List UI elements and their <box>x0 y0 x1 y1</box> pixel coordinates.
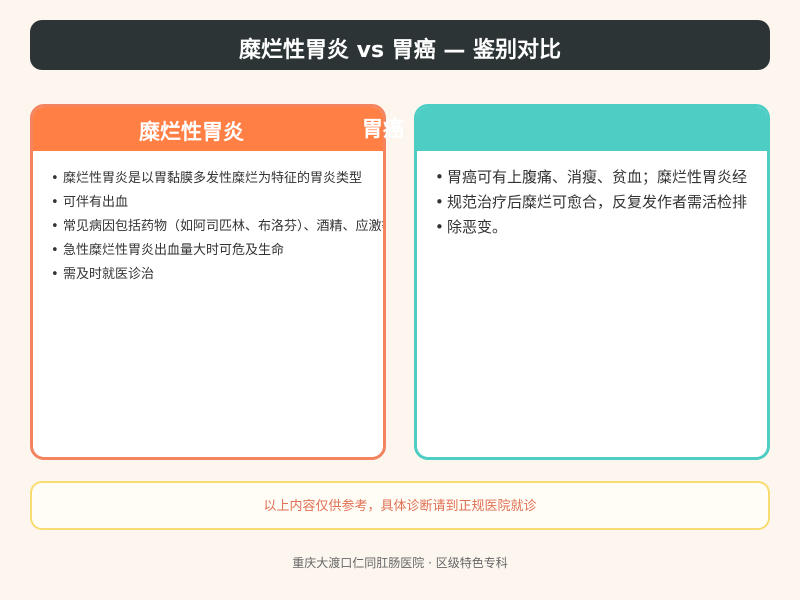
bullet-icon: • <box>51 243 59 258</box>
erosive-gastritis-panel: 糜烂性胃炎 • 糜烂性胃炎是以胃黏膜多发性糜烂为特征的胃炎类型 • 可伴有出血 • 常… <box>30 104 386 460</box>
gastric-cancer-list: • 胃癌可有上腹痛、消瘦、贫血；糜烂性胃炎经 • 规范治疗后糜烂可愈合，反复发作者需… <box>435 165 767 240</box>
disclaimer-text: 以上内容仅供参考，具体诊断请到正规医院就诊 <box>263 499 537 514</box>
bullet-icon: • <box>51 171 59 186</box>
disclaimer-box: 以上内容仅供参考，具体诊断请到正规医院就诊 <box>30 481 770 530</box>
list-item: • 常见病因包括药物（如阿司匹林、布洛芬）、酒精、应激等 <box>51 215 383 239</box>
list-item: • 胃癌可有上腹痛、消瘦、贫血；糜烂性胃炎经 <box>435 165 767 190</box>
list-item: • 需及时就医诊治 <box>51 263 383 287</box>
list-item: • 除恶变。 <box>435 215 767 240</box>
bullet-icon: • <box>435 193 444 211</box>
bullet-icon: • <box>51 267 59 282</box>
gastric-cancer-title: 胃癌 <box>362 117 404 141</box>
list-item: • 可伴有出血 <box>51 191 383 215</box>
list-item: • 糜烂性胃炎是以胃黏膜多发性糜烂为特征的胃炎类型 <box>51 167 383 191</box>
gastric-cancer-header <box>417 107 767 151</box>
erosive-gastritis-header: 糜烂性胃炎 <box>33 107 383 151</box>
title-bar: 糜烂性胃炎 vs 胃癌 — 鉴别对比 <box>30 20 770 70</box>
bullet-icon: • <box>51 195 59 210</box>
list-item: • 急性糜烂性胃炎出血量大时可危及生命 <box>51 239 383 263</box>
gastric-cancer-panel: • 胃癌可有上腹痛、消瘦、贫血；糜烂性胃炎经 • 规范治疗后糜烂可愈合，反复发作者需… <box>414 104 770 460</box>
page-title: 糜烂性胃炎 vs 胃癌 — 鉴别对比 <box>238 38 562 63</box>
bullet-icon: • <box>435 168 444 186</box>
erosive-gastritis-title: 糜烂性胃炎 <box>139 120 244 144</box>
bullet-icon: • <box>51 219 59 234</box>
bullet-icon: • <box>435 218 444 236</box>
footer-credit: 重庆大渡口仁同肛肠医院 · 区级特色专科 <box>292 556 508 570</box>
erosive-gastritis-list: • 糜烂性胃炎是以胃黏膜多发性糜烂为特征的胃炎类型 • 可伴有出血 • 常见病因包括药… <box>51 167 383 287</box>
list-item: • 规范治疗后糜烂可愈合，反复发作者需活检排 <box>435 190 767 215</box>
